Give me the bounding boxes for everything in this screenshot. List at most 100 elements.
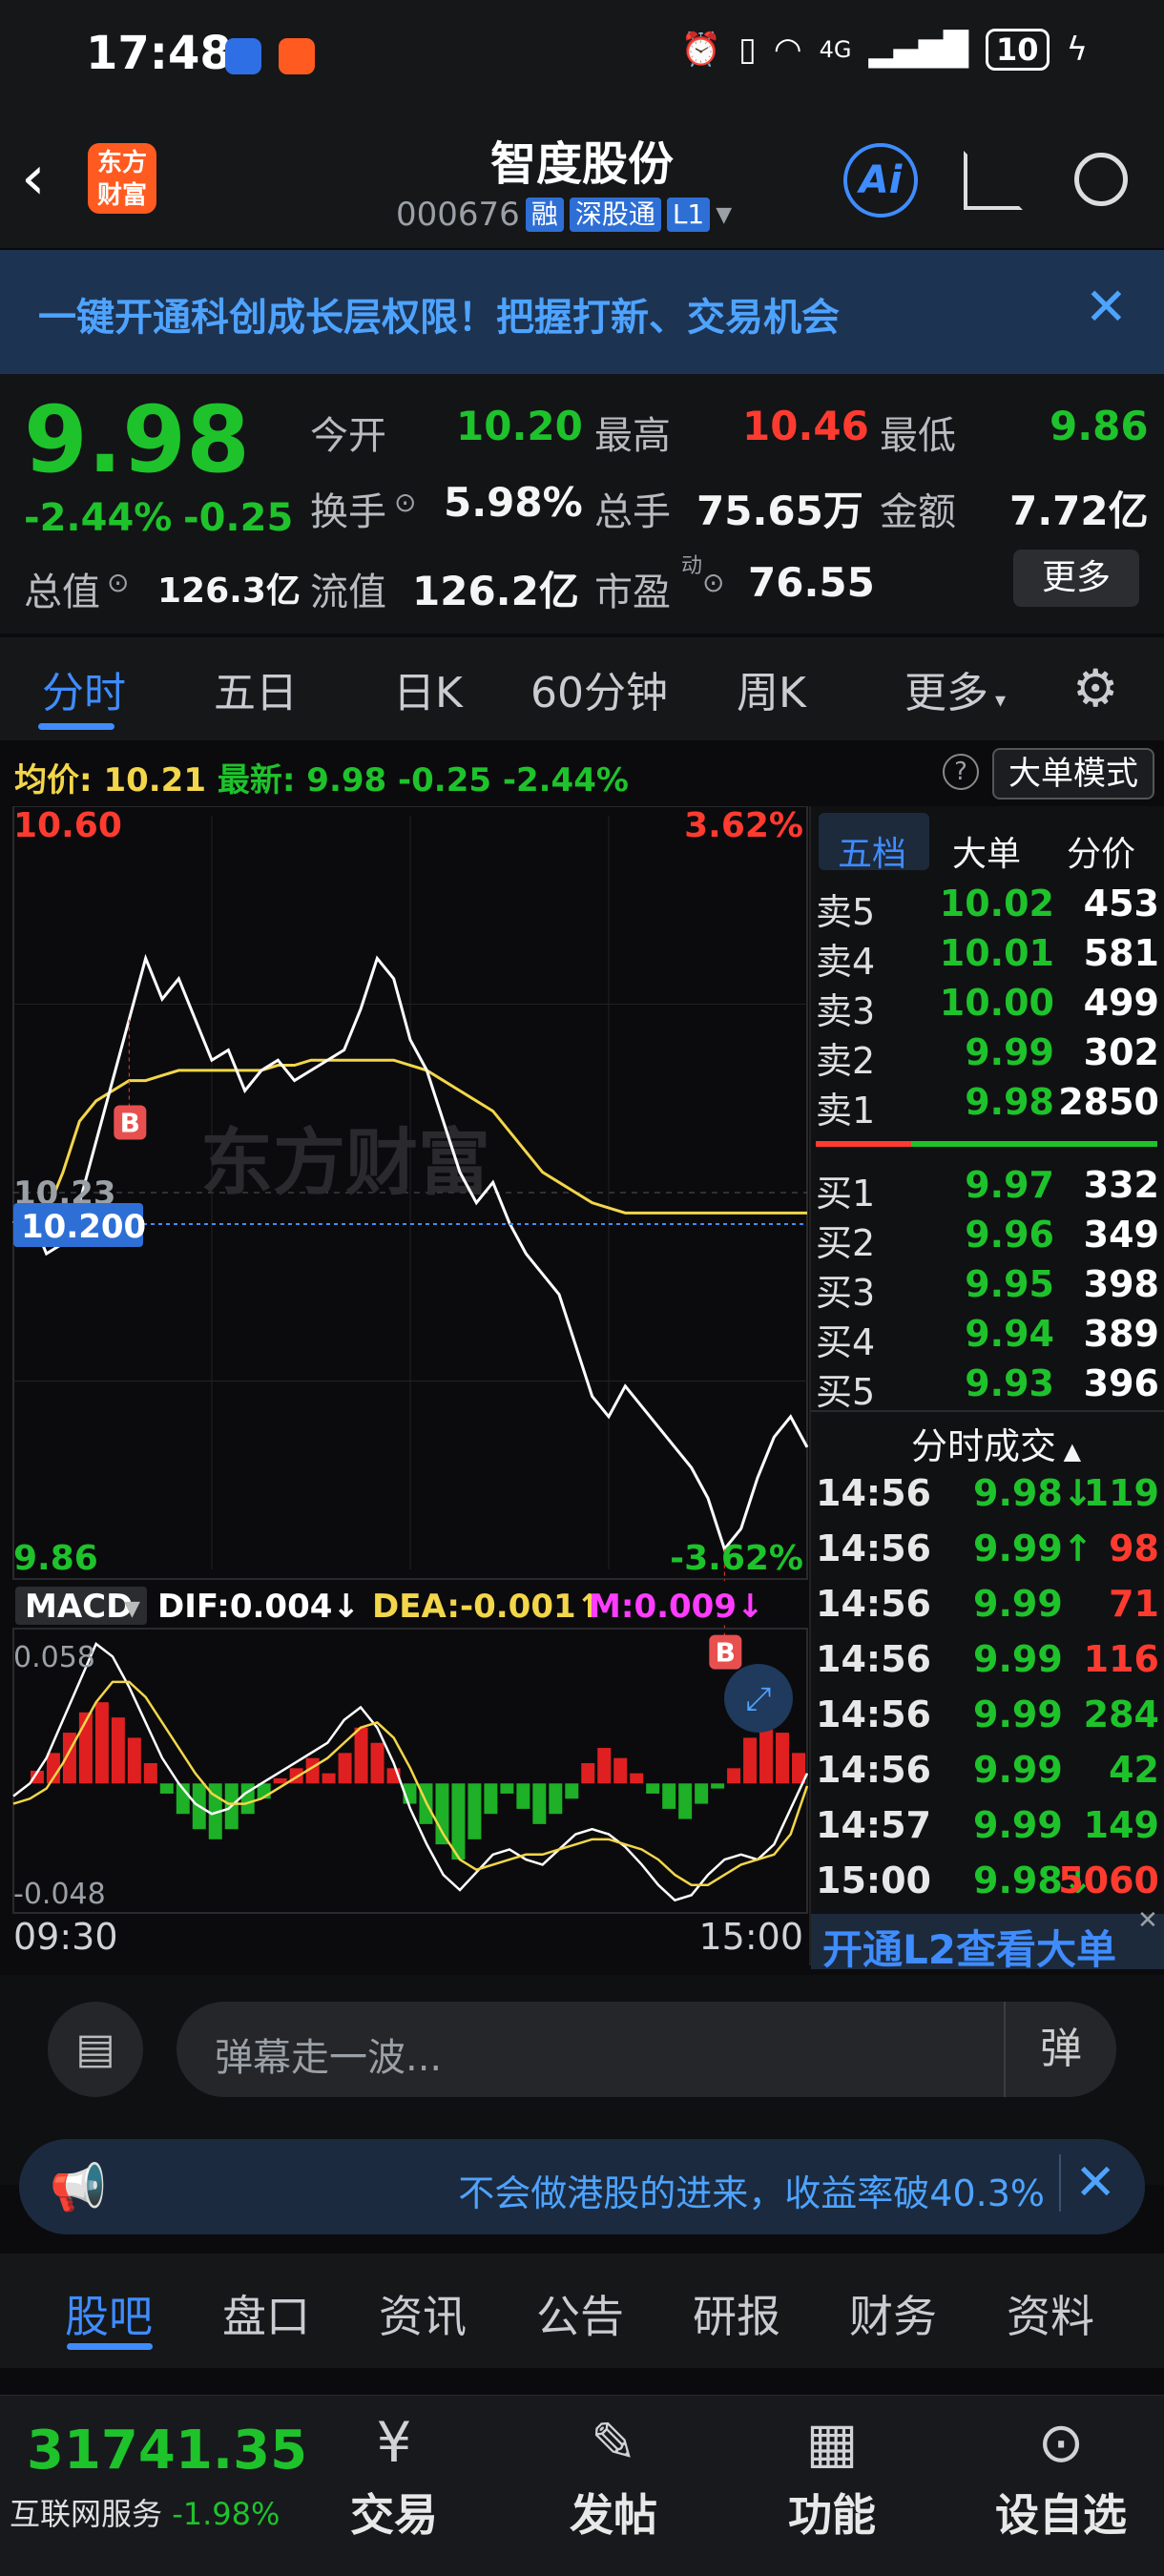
macd-bar <box>435 1783 449 1845</box>
info-icon[interactable]: ⊙ <box>394 487 416 518</box>
latest-value: 9.98 <box>306 761 387 800</box>
tag-connect: 深股通 <box>569 197 661 232</box>
tab-5day[interactable]: 五日 <box>214 658 298 719</box>
level-price: 9.98 <box>965 1081 1054 1123</box>
ask-row[interactable]: 卖1 9.98 2850 <box>816 1081 1159 1132</box>
tab-profile[interactable]: 资料 <box>1007 2282 1094 2345</box>
pe-label: 市盈 <box>594 571 671 614</box>
level-price: 9.93 <box>965 1362 1054 1404</box>
current-price: 9.98 <box>24 386 250 493</box>
tab-weekly-k[interactable]: 周K <box>737 658 806 719</box>
more-button[interactable]: 更多 <box>1013 550 1139 607</box>
trade-row[interactable]: 14:57 9.99 149 <box>816 1804 1159 1859</box>
trade-row[interactable]: 14:56 9.99 71 <box>816 1583 1159 1638</box>
close-icon[interactable]: ✕ <box>1059 2154 1116 2212</box>
level-label: 卖4 <box>816 941 876 983</box>
total-mv-label: 总值 <box>24 571 100 614</box>
ad-banner[interactable]: 📢 不会做港股的进来，收益率破40.3% ✕ <box>19 2139 1145 2234</box>
trade-volume: 5060 <box>1058 1859 1159 1901</box>
sector-index-name[interactable]: 互联网服务 -1.98% <box>10 2490 280 2534</box>
level-label: 买3 <box>816 1272 876 1314</box>
latest-change-pct: -2.44% <box>502 761 629 800</box>
bid-row[interactable]: 买1 9.97 332 <box>816 1164 1159 1215</box>
tab-financials[interactable]: 财务 <box>849 2282 937 2345</box>
macd-m: M:0.009↓ <box>589 1588 763 1626</box>
danmu-placeholder: 弹幕走一波... <box>215 2036 443 2080</box>
search-icon[interactable] <box>1074 153 1128 206</box>
help-icon[interactable]: ? <box>943 754 979 790</box>
big-order-mode-button[interactable]: 大单模式 <box>992 748 1154 800</box>
ai-icon[interactable]: Ai <box>843 143 918 218</box>
macd-bar <box>370 1742 385 1784</box>
total-mv-value: 126.3亿 <box>157 571 301 611</box>
bid-row[interactable]: 买5 9.93 396 <box>816 1362 1159 1413</box>
level-price: 9.96 <box>965 1214 1054 1256</box>
bid-row[interactable]: 买3 9.95 398 <box>816 1263 1159 1314</box>
promo-banner[interactable]: 一键开通科创成长层权限！把握打新、交易机会 ✕ <box>0 250 1164 374</box>
intraday-chart[interactable]: 东方财富 BB 10.60 3.62% 9.86 -3.62% 10.23 10… <box>0 806 811 1961</box>
alarm-icon: ⏰ <box>680 31 722 69</box>
danmu-input[interactable]: 弹幕走一波... 弹 <box>177 2002 1116 2097</box>
tab-60min[interactable]: 60分钟 <box>530 658 668 719</box>
tab-announcements[interactable]: 公告 <box>536 2282 624 2345</box>
trade-row[interactable]: 14:56 9.98↓ 119 <box>816 1472 1159 1527</box>
nav-post[interactable]: ✎ 发帖 <box>542 2404 685 2544</box>
trade-row[interactable]: 14:56 9.99↑ 98 <box>816 1527 1159 1583</box>
y-min-label: 9.86 <box>13 1539 98 1578</box>
trade-volume: 119 <box>1083 1472 1159 1514</box>
tab-daily-k[interactable]: 日K <box>393 658 463 719</box>
level-volume: 349 <box>1083 1214 1159 1256</box>
change-pct: -2.44% <box>24 496 173 540</box>
app-notification-icon <box>225 38 261 74</box>
nav-functions[interactable]: ▦ 功能 <box>760 2404 904 2544</box>
latest-change: -0.25 <box>398 761 492 800</box>
share-icon[interactable] <box>964 151 1023 210</box>
trade-row[interactable]: 14:56 9.99 116 <box>816 1638 1159 1693</box>
tab-intraday[interactable]: 分时 <box>42 658 126 719</box>
nav-add-watchlist[interactable]: ⊙ 设自选 <box>980 2404 1142 2544</box>
ask-row[interactable]: 卖3 10.00 499 <box>816 982 1159 1032</box>
tab-more[interactable]: 更多 ▾ <box>904 658 1006 719</box>
gear-icon[interactable]: ⚙ <box>1072 658 1118 718</box>
trade-row[interactable]: 14:56 9.99 284 <box>816 1693 1159 1749</box>
info-icon[interactable]: ⊙ <box>107 567 129 598</box>
notes-icon[interactable]: ▤ <box>48 2002 143 2097</box>
trade-price: 9.99 <box>973 1749 1063 1791</box>
tab-forum[interactable]: 股吧 <box>65 2282 153 2345</box>
trade-row[interactable]: 15:00 9.98↓ 5060 <box>816 1859 1159 1915</box>
macd-y-max: 0.058 <box>13 1641 95 1674</box>
info-icon[interactable]: ⊙ <box>702 567 724 598</box>
ad-text: 不会做港股的进来，收益率破40.3% <box>458 2172 1045 2214</box>
bid-row[interactable]: 买2 9.96 349 <box>816 1214 1159 1264</box>
macd-dif: DIF:0.004↓ <box>157 1588 360 1626</box>
ob-tab-price-dist[interactable]: 分价 <box>1067 826 1135 876</box>
y-max-label: 10.60 <box>13 806 122 845</box>
nav-trade[interactable]: ¥ 交易 <box>322 2404 466 2544</box>
trades-title[interactable]: 分时成交 ▲ <box>911 1417 1081 1469</box>
sector-index-value[interactable]: 31741.35 <box>27 2420 307 2482</box>
x-end-label: 15:00 <box>698 1916 803 1958</box>
banner-text: 一键开通科创成长层权限！把握打新、交易机会 <box>38 296 840 340</box>
ask-row[interactable]: 卖2 9.99 302 <box>816 1031 1159 1082</box>
ask-row[interactable]: 卖4 10.01 581 <box>816 932 1159 983</box>
ob-tab-five-level[interactable]: 五档 <box>838 826 906 876</box>
trade-volume: 42 <box>1109 1749 1159 1791</box>
stock-code-row[interactable]: 000676 融 深股通 L1 ▼ <box>396 196 732 234</box>
close-icon[interactable]: ✕ <box>1137 1906 1158 1935</box>
trade-row[interactable]: 14:56 9.99 42 <box>816 1749 1159 1804</box>
buy-marker-label: B <box>716 1637 736 1669</box>
ask-row[interactable]: 卖5 10.02 453 <box>816 883 1159 933</box>
tab-order-book[interactable]: 盘口 <box>222 2282 310 2345</box>
tag-level: L1 <box>666 197 711 232</box>
tab-news[interactable]: 资讯 <box>379 2282 467 2345</box>
ob-tab-big-order[interactable]: 大单 <box>952 826 1021 876</box>
l2-cta[interactable]: 开通L2查看大单 <box>822 1918 1116 1976</box>
danmu-toggle-button[interactable]: 弹 <box>1004 2002 1116 2097</box>
tab-research[interactable]: 研报 <box>693 2282 780 2345</box>
close-icon[interactable]: ✕ <box>1085 277 1128 337</box>
trade-price: 9.99 <box>973 1638 1063 1680</box>
bid-row[interactable]: 买4 9.94 389 <box>816 1313 1159 1363</box>
open-label: 今开 <box>310 414 386 458</box>
float-mv-label: 流值 <box>310 571 386 614</box>
level-label: 卖1 <box>816 1090 876 1132</box>
